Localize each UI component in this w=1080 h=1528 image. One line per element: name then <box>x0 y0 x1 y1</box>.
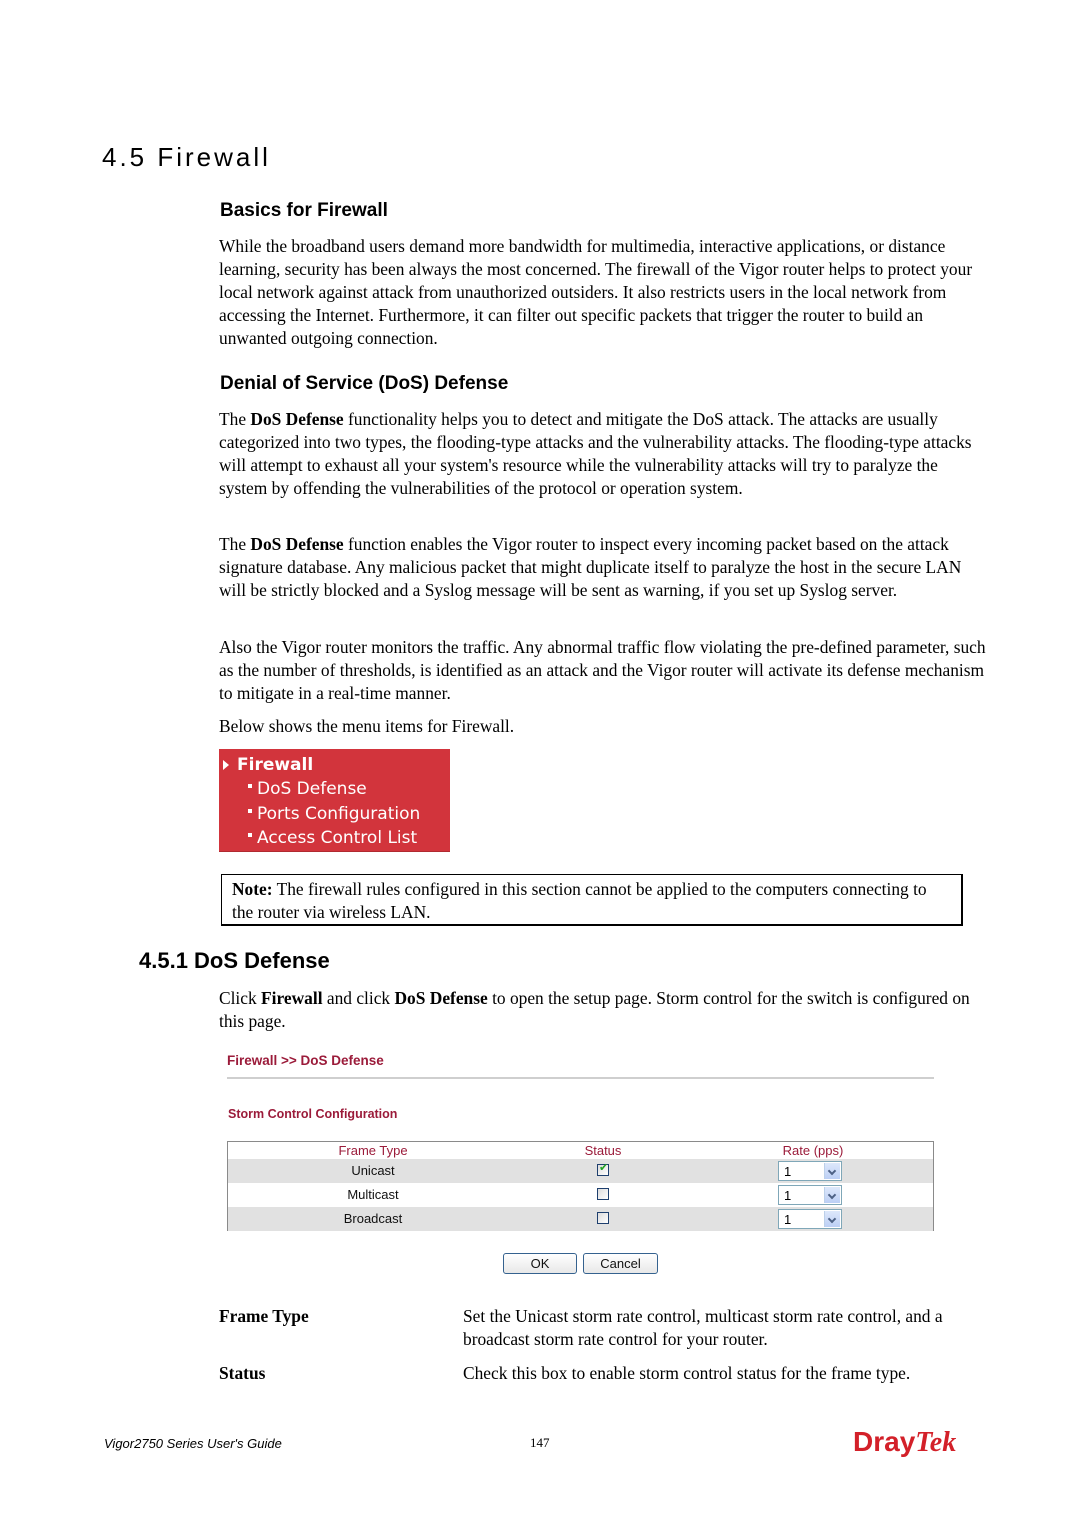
subsection-heading: 4.5.1 DoS Defense <box>139 948 330 973</box>
bold-term: DoS Defense <box>394 988 488 1008</box>
status-checkbox[interactable] <box>597 1188 609 1200</box>
rate-value: 1 <box>784 1212 792 1227</box>
bold-term: DoS Defense <box>250 534 344 554</box>
note-label: Note: <box>232 879 273 899</box>
menu-item-label: Ports Configuration <box>257 803 421 824</box>
definition-term: Frame Type <box>219 1306 309 1326</box>
column-header-frame-type: Frame Type <box>338 1143 408 1158</box>
rate-value: 1 <box>784 1188 792 1203</box>
text: and click <box>322 988 395 1008</box>
frame-type-cell: Multicast <box>347 1187 399 1202</box>
draytek-logo: DrayTek <box>853 1426 956 1459</box>
logo-part: Tek <box>915 1427 957 1458</box>
rate-select[interactable]: 1 <box>778 1185 842 1205</box>
chevron-down-icon[interactable] <box>824 1163 840 1179</box>
check-icon: ✔ <box>599 1161 609 1174</box>
frame-type-cell: Unicast <box>351 1163 395 1178</box>
status-checkbox[interactable]: ✔ <box>597 1161 609 1176</box>
text: Click <box>219 988 262 1008</box>
definition-description: Check this box to enable storm control s… <box>463 1363 911 1383</box>
column-header-rate: Rate (pps) <box>782 1143 844 1158</box>
ui-breadcrumb: Firewall >> DoS Defense <box>227 1053 384 1068</box>
definition-description: Set the Unicast storm rate control, mult… <box>463 1306 943 1349</box>
bold-term: Firewall <box>261 988 323 1008</box>
dos-paragraph-4: Below shows the menu items for Firewall. <box>219 716 515 736</box>
table-row: Unicast ✔ 1 <box>228 1159 933 1183</box>
divider <box>227 1077 934 1079</box>
footer-guide-title: Vigor2750 Series User's Guide <box>104 1436 282 1451</box>
table-row: Broadcast 1 <box>228 1207 933 1231</box>
cancel-button[interactable]: Cancel <box>583 1253 658 1274</box>
storm-control-table: Frame Type Status Rate (pps) Unicast ✔ 1… <box>227 1141 934 1231</box>
triangle-right-icon <box>223 760 229 770</box>
menu-item-access-control-list: Access Control List <box>219 826 450 851</box>
menu-item-ports-configuration: Ports Configuration <box>219 802 450 827</box>
dos-paragraph-1: The DoS Defense functionality helps you … <box>219 408 989 500</box>
firewall-menu-title-label: Firewall <box>237 755 314 775</box>
menu-item-dos-defense: DoS Defense <box>219 777 450 802</box>
ui-subtitle: Storm Control Configuration <box>228 1107 398 1121</box>
table-header: Frame Type Status Rate (pps) <box>228 1142 933 1159</box>
rate-select[interactable]: 1 <box>778 1161 842 1181</box>
chevron-down-icon[interactable] <box>824 1211 840 1227</box>
logo-part: Dray <box>853 1426 916 1457</box>
ok-button[interactable]: OK <box>503 1253 577 1274</box>
status-checkbox[interactable] <box>597 1212 609 1224</box>
menu-item-label: DoS Defense <box>257 779 367 800</box>
page-number: 147 <box>530 1435 550 1450</box>
section-title: 4.5 Firewall <box>102 142 271 172</box>
frame-type-cell: Broadcast <box>343 1211 403 1226</box>
subsection-intro: Click Firewall and click DoS Defense to … <box>219 987 989 1033</box>
rate-select[interactable]: 1 <box>778 1209 842 1229</box>
table-row: Multicast 1 <box>228 1183 933 1207</box>
firewall-menu-title: Firewall <box>219 753 450 777</box>
bullet-icon <box>248 784 252 789</box>
text: The <box>219 409 251 429</box>
chevron-down-icon[interactable] <box>824 1187 840 1203</box>
definition-term: Status <box>219 1363 266 1383</box>
dos-paragraph-3: Also the Vigor router monitors the traff… <box>219 637 986 703</box>
menu-item-label: Access Control List <box>257 828 418 849</box>
firewall-menu-image: Firewall DoS Defense Ports Configuration… <box>219 749 450 852</box>
bold-term: DoS Defense <box>250 409 344 429</box>
column-header-status: Status <box>584 1143 622 1158</box>
note-text: The firewall rules configured in this se… <box>232 879 927 922</box>
basics-paragraph: While the broadband users demand more ba… <box>219 236 973 348</box>
dos-heading: Denial of Service (DoS) Defense <box>220 373 509 394</box>
text: The <box>219 534 251 554</box>
bullet-icon <box>248 833 252 838</box>
rate-value: 1 <box>784 1164 792 1179</box>
note-box: Note: The firewall rules configured in t… <box>221 874 963 926</box>
basics-heading: Basics for Firewall <box>220 200 388 221</box>
dos-paragraph-2: The DoS Defense function enables the Vig… <box>219 533 989 602</box>
bullet-icon <box>248 808 252 813</box>
